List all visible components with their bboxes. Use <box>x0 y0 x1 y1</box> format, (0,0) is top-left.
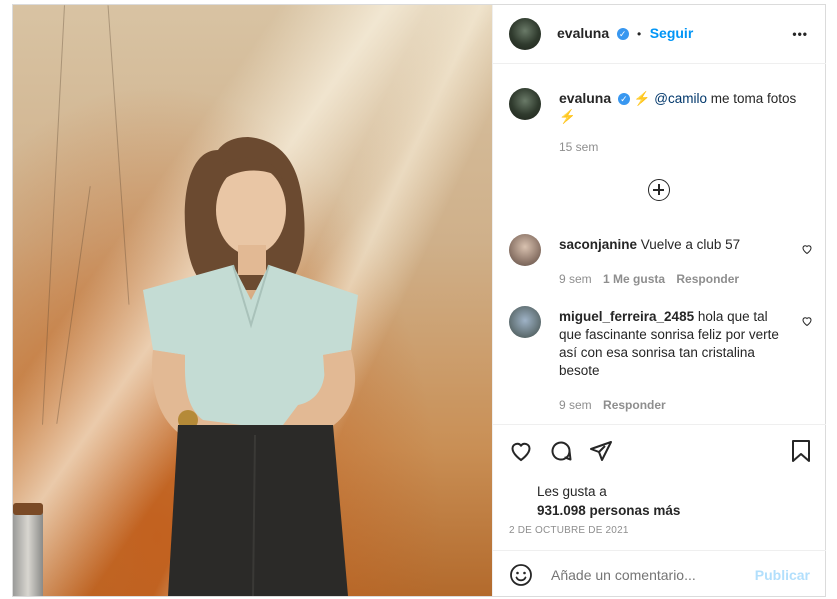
share-icon[interactable] <box>589 439 613 463</box>
caption-time[interactable]: 15 sem <box>559 140 598 154</box>
comment-composer: Publicar <box>493 550 826 597</box>
post-actions: Les gusta a 931.098 personas más 2 DE OC… <box>493 424 826 536</box>
like-heart-icon[interactable] <box>509 439 533 463</box>
load-more-comments-icon[interactable] <box>648 179 670 201</box>
commenter-avatar[interactable] <box>509 306 541 338</box>
comment-input[interactable] <box>549 563 753 587</box>
comment-text: Vuelve a club 57 <box>640 237 741 252</box>
comment-time[interactable]: 9 sem <box>559 398 592 412</box>
author-username[interactable]: evaluna <box>557 25 609 41</box>
caption-avatar[interactable] <box>509 88 541 120</box>
author-avatar[interactable] <box>509 18 541 50</box>
comment-username[interactable]: miguel_ferreira_2485 <box>559 309 694 324</box>
bottle <box>13 505 43 596</box>
post-sidebar: evaluna ✓ • Seguir ••• evaluna ✓ ⚡ @cami… <box>492 5 826 596</box>
separator-dot: • <box>637 27 642 41</box>
more-options-icon[interactable]: ••• <box>792 27 808 41</box>
likes-intro: Les gusta a <box>537 484 607 499</box>
comment-bubble-icon[interactable] <box>549 439 573 463</box>
comment-username[interactable]: saconjanine <box>559 237 637 252</box>
wall-crack <box>56 186 91 424</box>
likes-count[interactable]: 931.098 personas más <box>537 501 680 520</box>
post-photo[interactable] <box>13 5 492 596</box>
comment-likes[interactable]: 1 Me gusta <box>603 272 665 286</box>
caption-username[interactable]: evaluna <box>559 90 611 106</box>
caption-mention[interactable]: @camilo <box>654 91 707 106</box>
post-date[interactable]: 2 DE OCTUBRE DE 2021 <box>509 525 629 536</box>
reply-button[interactable]: Responder <box>603 398 666 412</box>
emoji-icon[interactable] <box>509 563 533 587</box>
commenter-avatar[interactable] <box>509 234 541 266</box>
follow-button[interactable]: Seguir <box>650 25 694 41</box>
lightning-icon: ⚡ <box>559 109 576 124</box>
comment-time[interactable]: 9 sem <box>559 272 592 286</box>
lightning-icon: ⚡ <box>633 91 651 106</box>
verified-icon: ✓ <box>617 93 630 106</box>
person-figure <box>143 137 358 596</box>
verified-icon: ✓ <box>616 27 629 40</box>
comment-like-heart-icon[interactable] <box>801 243 813 255</box>
post-modal: evaluna ✓ • Seguir ••• evaluna ✓ ⚡ @cami… <box>12 4 826 597</box>
bottle-cap <box>13 503 43 515</box>
post-header: evaluna ✓ • Seguir ••• <box>493 5 826 64</box>
wall-crack <box>42 5 65 425</box>
publish-button[interactable]: Publicar <box>755 567 810 583</box>
save-bookmark-icon[interactable] <box>790 439 812 463</box>
caption-text: me toma fotos <box>706 91 797 106</box>
comment-like-heart-icon[interactable] <box>801 315 813 327</box>
reply-button[interactable]: Responder <box>676 272 739 286</box>
